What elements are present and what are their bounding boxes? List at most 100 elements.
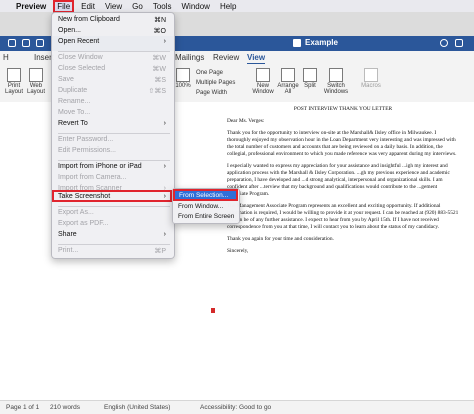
menu-bar: Preview File Edit View Go Tools Window H…	[0, 0, 474, 13]
text-cursor-marker	[211, 308, 215, 313]
menu-item-label: Import from Camera...	[58, 174, 127, 181]
paragraph-1: Thank you for the opportunity to intervi…	[227, 130, 457, 157]
menu-item-label: Open...	[58, 27, 81, 34]
arrange-all-icon	[281, 68, 295, 82]
tab-home-partial[interactable]: H	[3, 53, 9, 62]
menu-item-label: New from Clipboard	[58, 16, 120, 23]
menu-item-shortcut: ⌘W	[152, 55, 166, 62]
menu-item-shortcut: ⌘W	[152, 66, 166, 73]
multiple-pages-button[interactable]: Multiple Pages	[196, 80, 235, 86]
menu-item-rename[interactable]: Rename...	[58, 98, 170, 109]
menu-item-duplicate[interactable]: Duplicate ⇧⌘S	[58, 87, 170, 98]
menu-item-shortcut: ⌘S	[154, 77, 166, 84]
page-count: Page 1 of 1	[6, 404, 40, 411]
menu-item-open-recent[interactable]: Open Recent ›	[58, 38, 170, 49]
submenu-item-from-entire-screen[interactable]: From Entire Screen	[178, 213, 234, 220]
menu-item-print[interactable]: Print... ⌘P	[58, 247, 170, 258]
web-layout-button[interactable]: Web Layout	[26, 68, 46, 95]
menu-item-label: Move To...	[58, 109, 91, 116]
menu-item-label: Duplicate	[58, 87, 88, 94]
paragraph-3: The Management Associate Program represe…	[227, 203, 459, 230]
macros-label: Macros	[361, 83, 381, 89]
menu-item-shortcut: ⌘P	[154, 248, 166, 255]
search-icon[interactable]	[440, 39, 448, 47]
zoom-100-button[interactable]: 100%	[174, 68, 192, 89]
menu-window[interactable]: Window	[182, 2, 210, 11]
switch-windows-icon	[329, 68, 343, 82]
menu-item-shortcut: ⇧⌘S	[148, 88, 166, 95]
page-width-button[interactable]: Page Width	[196, 90, 227, 96]
menu-item-export-as[interactable]: Export As...	[58, 209, 170, 220]
menu-separator	[58, 133, 170, 134]
accessibility-status[interactable]: Accessibility: Good to go	[200, 404, 271, 411]
menu-item-close-window[interactable]: Close Window ⌘W	[58, 54, 170, 65]
menu-item-label: Open Recent	[58, 38, 100, 45]
tab-review[interactable]: Review	[213, 53, 239, 62]
print-layout-button[interactable]: Print Layout	[4, 68, 24, 95]
paragraph-4: Thank you again for your time and consid…	[227, 236, 334, 242]
menu-item-import-from-iphone[interactable]: Import from iPhone or iPad ›	[58, 163, 170, 174]
menu-item-label: Import from iPhone or iPad	[58, 163, 142, 170]
menu-item-label: Print...	[58, 247, 79, 254]
word-document-icon	[293, 39, 301, 47]
new-window-button[interactable]: New Window	[250, 68, 276, 95]
multiple-pages-label: Multiple Pages	[196, 80, 236, 86]
macros-button[interactable]: Macros	[360, 68, 382, 89]
menu-help[interactable]: Help	[220, 2, 236, 11]
split-label: Split	[304, 83, 316, 89]
menu-view[interactable]: View	[105, 2, 122, 11]
menu-item-label: Save	[58, 76, 74, 83]
menu-separator	[58, 206, 170, 207]
menu-item-edit-permissions[interactable]: Edit Permissions...	[58, 147, 170, 158]
submenu-item-label: From Selection...	[179, 192, 229, 199]
status-bar: Page 1 of 1 210 words English (United St…	[0, 400, 474, 414]
split-button[interactable]: Split	[301, 68, 319, 89]
menu-item-open[interactable]: Open... ⌘O	[58, 27, 170, 38]
new-window-label: New Window	[252, 83, 274, 95]
switch-windows-button[interactable]: Switch Windows	[322, 68, 350, 95]
document-body[interactable]: POST INTERVIEW THANK YOU LETTER Dear Ms.…	[227, 106, 459, 260]
new-window-icon	[256, 68, 270, 82]
take-screenshot-highlight	[52, 190, 172, 202]
menu-item-label: Enter Password...	[58, 136, 114, 143]
switch-windows-label: Switch Windows	[323, 83, 349, 95]
one-page-button[interactable]: One Page	[196, 70, 223, 76]
menu-file[interactable]: File	[53, 0, 75, 13]
save-icon[interactable]	[22, 39, 30, 47]
zoom-100-label: 100%	[175, 83, 191, 89]
menu-app-name[interactable]: Preview	[16, 2, 46, 11]
page-width-label: Page Width	[196, 90, 228, 96]
menu-item-label: Export as PDF...	[58, 220, 109, 227]
home-icon[interactable]	[8, 39, 16, 47]
menu-edit[interactable]: Edit	[81, 2, 95, 11]
menu-item-export-as-pdf[interactable]: Export as PDF...	[58, 220, 170, 231]
menu-item-share[interactable]: Share ›	[58, 231, 170, 242]
menu-item-import-from-camera[interactable]: Import from Camera...	[58, 174, 170, 185]
print-layout-icon	[7, 68, 21, 82]
menu-item-move-to[interactable]: Move To...	[58, 109, 170, 120]
menu-tools[interactable]: Tools	[153, 2, 172, 11]
submenu-item-from-window[interactable]: From Window...	[178, 203, 223, 210]
menu-item-label: Edit Permissions...	[58, 147, 116, 154]
language-status[interactable]: English (United States)	[104, 404, 170, 411]
menu-item-save[interactable]: Save ⌘S	[58, 76, 170, 87]
menu-item-new-from-clipboard[interactable]: New from Clipboard ⌘N	[58, 16, 170, 27]
menu-item-label: Close Window	[58, 54, 103, 61]
arrange-all-button[interactable]: Arrange All	[277, 68, 299, 95]
menu-item-revert-to[interactable]: Revert To ›	[58, 120, 170, 131]
account-icon[interactable]	[455, 39, 463, 47]
macros-icon	[364, 68, 378, 82]
menu-go[interactable]: Go	[132, 2, 143, 11]
tab-mailings[interactable]: Mailings	[175, 53, 204, 62]
closing: Sincerely,	[227, 248, 249, 254]
split-icon	[303, 68, 317, 82]
submenu-item-from-selection[interactable]: From Selection...	[173, 189, 238, 201]
menu-item-label: Share	[58, 231, 77, 238]
undo-icon[interactable]	[36, 39, 44, 47]
menu-separator	[58, 244, 170, 245]
chevron-right-icon: ›	[163, 38, 166, 45]
menu-item-enter-password[interactable]: Enter Password...	[58, 136, 170, 147]
paragraph-2: I especially wanted to express my apprec…	[227, 163, 450, 197]
menu-item-close-selected[interactable]: Close Selected ⌘W	[58, 65, 170, 76]
web-layout-icon	[29, 68, 43, 82]
